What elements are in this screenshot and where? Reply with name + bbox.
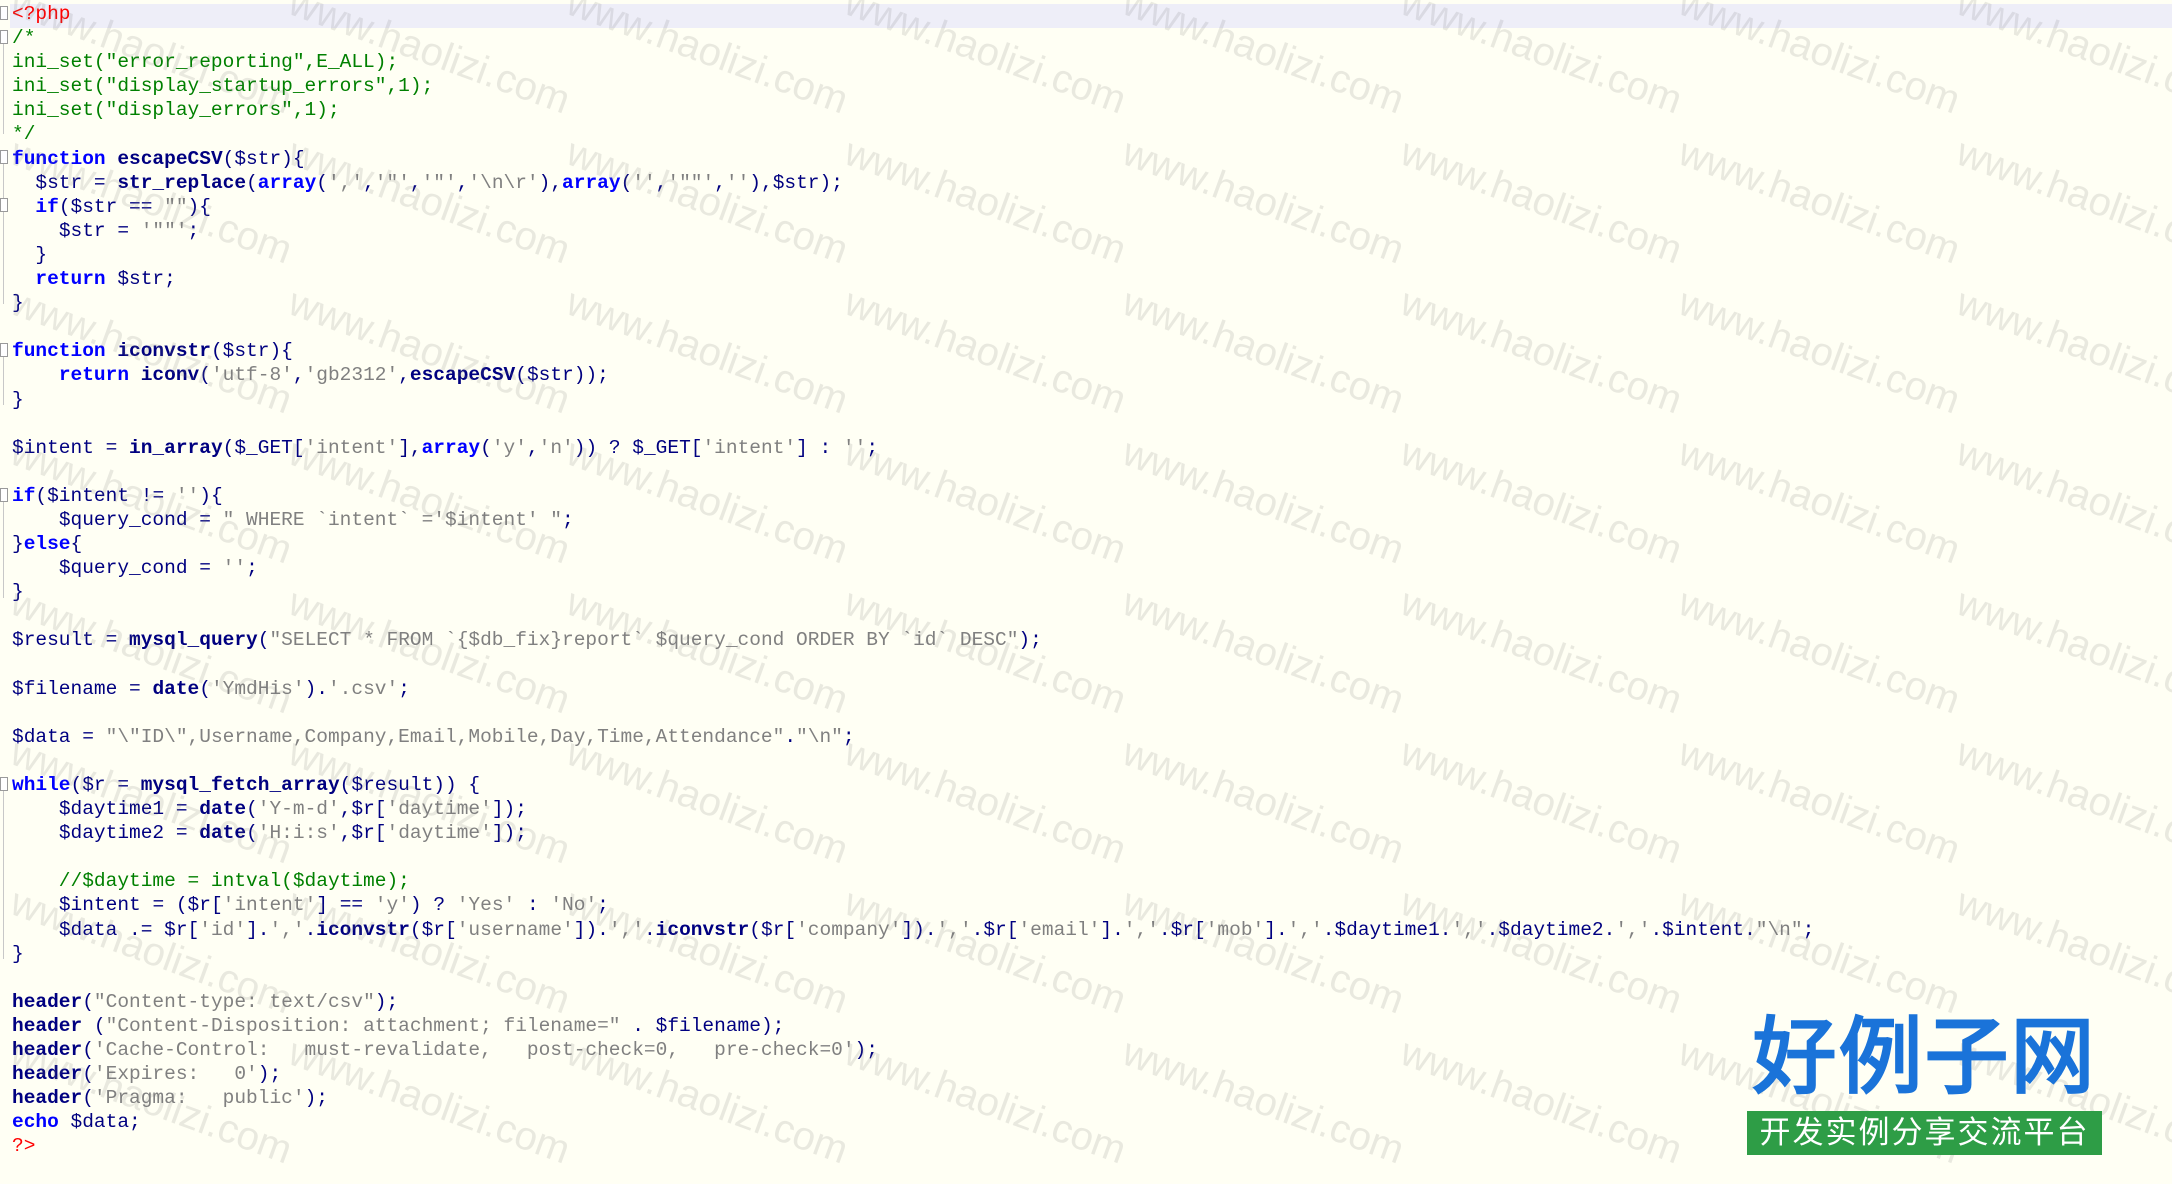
fold-marker[interactable]	[0, 777, 8, 791]
code-line: */	[12, 123, 36, 146]
code-line: header ("Content-Disposition: attachment…	[12, 1014, 785, 1037]
fold-guide	[3, 44, 4, 134]
watermark-text: www.haolizi.com	[1950, 880, 2172, 1023]
code-line: $result = mysql_query("SELECT * FROM `{$…	[12, 629, 1042, 652]
watermark-text: www.haolizi.com	[1950, 580, 2172, 723]
code-line: }	[12, 292, 24, 315]
code-line: ?>	[12, 1135, 36, 1158]
code-line: header('Pragma: public');	[12, 1087, 328, 1110]
code-line: $data = "\"ID\",Username,Company,Email,M…	[12, 725, 855, 748]
watermark-text: www.haolizi.com	[1950, 730, 2172, 873]
watermark-text: www.haolizi.com	[1950, 430, 2172, 573]
fold-marker[interactable]	[0, 30, 8, 44]
code-line: //$daytime = intval($daytime);	[12, 870, 410, 893]
code-editor[interactable]: <?php/* ini_set("error_reporting",E_ALL);…	[0, 0, 2172, 1184]
fold-gutter	[0, 0, 10, 1184]
fold-guide	[3, 502, 4, 598]
code-line: $filename = date('YmdHis').'.csv';	[12, 677, 410, 700]
code-line: function escapeCSV($str){	[12, 147, 305, 170]
code-line: $data .= $r['id'].','.iconvstr($r['usern…	[58, 918, 1815, 941]
code-line: header('Cache-Control: must-revalidate, …	[12, 1039, 878, 1062]
code-line: $str = '""';	[58, 219, 200, 242]
code-line: if($intent != ''){	[12, 484, 223, 507]
code-line: $intent = in_array($_GET['intent'],array…	[12, 436, 879, 459]
code-line: header("Content-type: text/csv");	[12, 990, 399, 1013]
code-line: }else{	[12, 533, 83, 556]
code-line: $intent = ($r['intent'] == 'y') ? 'Yes' …	[58, 894, 609, 917]
code-line: if($str == ""){	[35, 195, 211, 218]
code-line: $daytime1 = date('Y-m-d',$r['daytime']);	[58, 798, 527, 821]
code-line: ini_set("error_reporting",E_ALL);	[12, 51, 399, 74]
brand-title: 好例子网	[1752, 1008, 2097, 1106]
watermark-text: www.haolizi.com	[1950, 280, 2172, 423]
code-line: /*	[12, 27, 36, 50]
code-line: }	[12, 581, 24, 604]
code-line: ini_set("display_errors",1);	[12, 99, 340, 122]
fold-guide	[3, 791, 4, 959]
fold-guide	[3, 357, 4, 405]
code-line: <?php	[12, 3, 71, 25]
watermark-text: www.haolizi.com	[1950, 130, 2172, 273]
fold-marker[interactable]	[0, 150, 8, 164]
code-line: return iconv('utf-8','gb2312',escapeCSV(…	[58, 364, 609, 387]
fold-marker[interactable]	[0, 488, 8, 502]
code-line: header('Expires: 0');	[12, 1063, 282, 1086]
fold-marker[interactable]	[0, 6, 8, 20]
code-line: $query_cond = '';	[58, 557, 258, 580]
code-line: }	[12, 942, 24, 965]
code-line: $str = str_replace(array(',','"','"','\n…	[35, 171, 843, 194]
code-text[interactable]: <?php/* ini_set("error_reporting",E_ALL);…	[12, 2, 1814, 1159]
code-line: }	[35, 243, 48, 266]
fold-marker[interactable]	[0, 198, 8, 212]
code-line: while($r = mysql_fetch_array($result)) {	[12, 774, 481, 796]
brand-subtitle: 开发实例分享交流平台	[1747, 1111, 2102, 1155]
code-line: echo $data;	[12, 1111, 141, 1134]
code-line: return $str;	[35, 268, 176, 291]
code-line: ini_set("display_startup_errors",1);	[12, 75, 434, 98]
code-line: $query_cond = " WHERE `intent` ='$intent…	[58, 508, 574, 531]
code-line: function iconvstr($str){	[12, 340, 293, 363]
code-line: $daytime2 = date('H:i:s',$r['daytime']);	[58, 822, 527, 845]
fold-marker[interactable]	[0, 343, 8, 357]
code-line: }	[12, 388, 24, 411]
brand-logo: 好例子网 开发实例分享交流平台	[1747, 1008, 2102, 1155]
fold-guide	[3, 164, 4, 304]
